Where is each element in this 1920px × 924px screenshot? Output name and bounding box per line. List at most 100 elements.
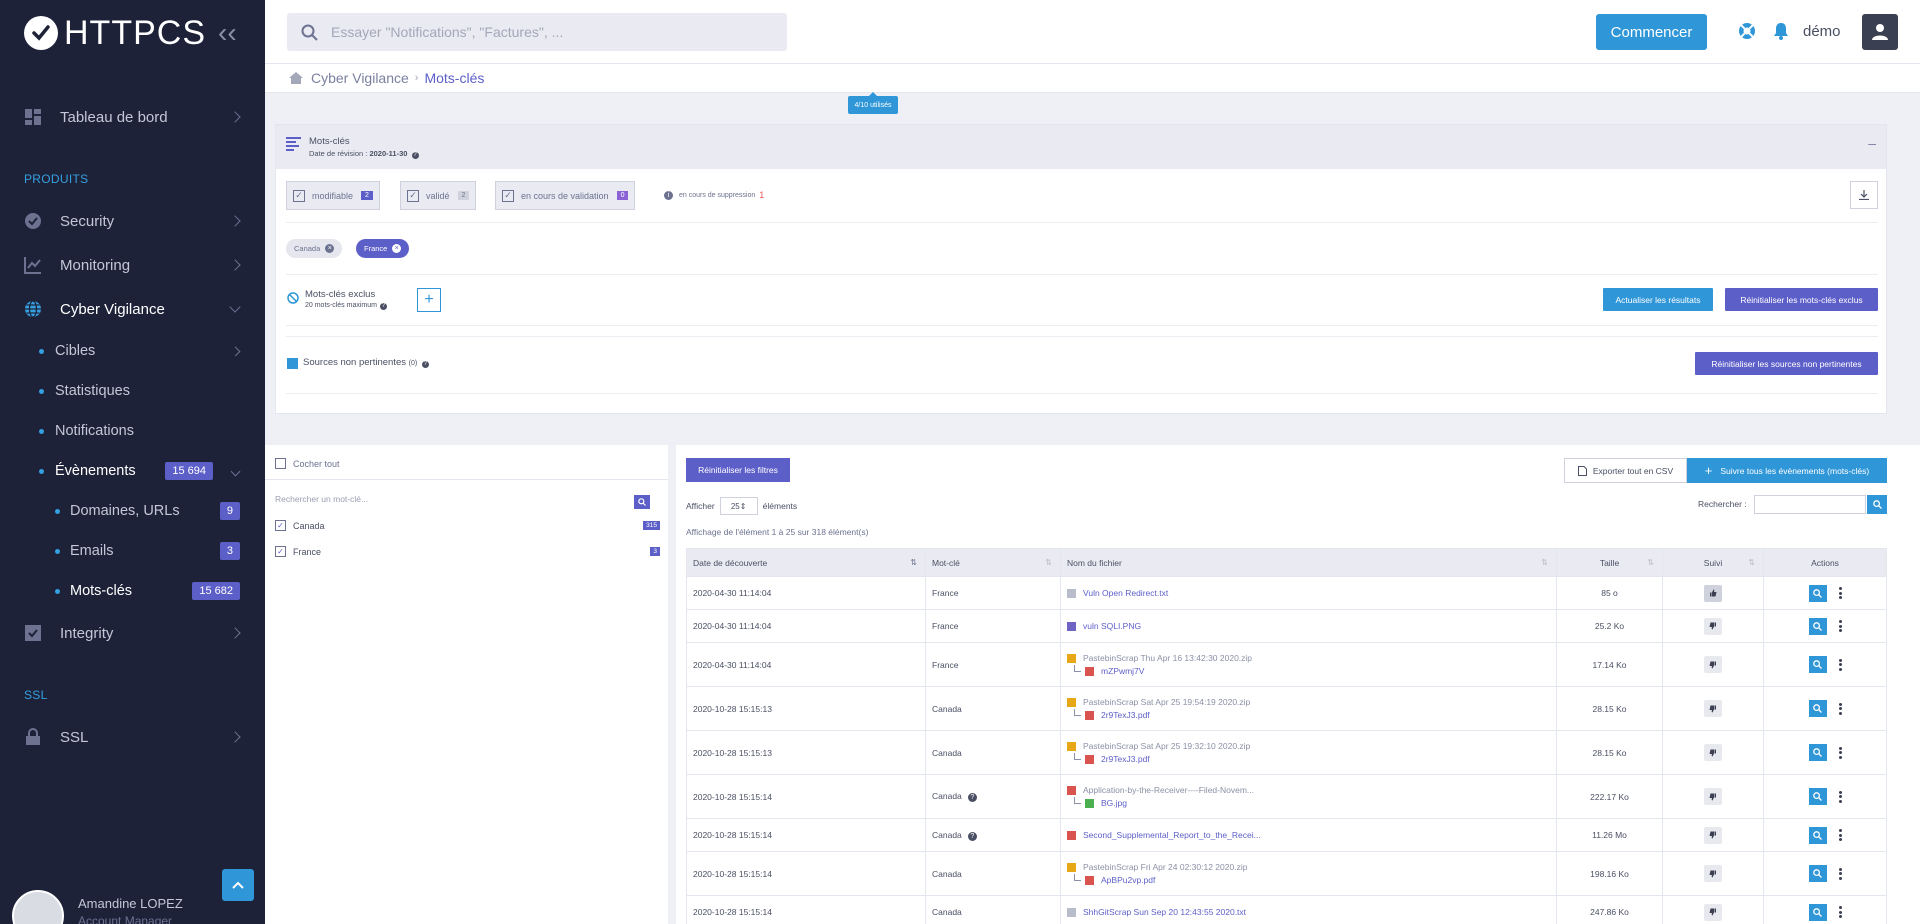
table-search-input[interactable] [1754,495,1866,514]
table-row[interactable]: 2020-10-28 15:15:13 Canada PastebinScrap S… [686,730,1887,775]
file-name[interactable]: PastebinScrap Sat Apr 25 19:32:10 2020.z… [1067,741,1550,751]
more-options-icon[interactable] [1838,701,1842,716]
filter-modifiable[interactable]: ✓ modifiable 2 [286,181,380,210]
sidebar-sub-evenements[interactable]: Évènements 15 694 [0,454,265,488]
thumb-icon[interactable] [1704,865,1722,882]
country-tag-canada[interactable]: Canada × [286,239,343,258]
sidebar-item-security[interactable]: Security [0,202,265,240]
collapse-panel-icon[interactable]: – [1868,135,1876,151]
bell-icon[interactable] [1773,22,1789,40]
archive-file[interactable]: 2r9TexJ3.pdf [1074,754,1550,764]
view-button[interactable] [1808,700,1827,717]
checkbox[interactable]: ✓ [502,189,514,202]
file-name[interactable]: Application-by-the-Receiver----Filed-Nov… [1067,785,1550,795]
follow-all-button[interactable]: + Suivre tous les évènements (mots-clés) [1687,458,1887,483]
thumb-icon[interactable] [1704,788,1722,805]
reset-excluded-button[interactable]: Réinitialiser les mots-clés exclus [1725,288,1878,311]
panel-header[interactable]: Mots-clés Date de révision : 2020-11-30 … [276,125,1886,169]
sidebar-sub-notifications[interactable]: Notifications [0,414,265,448]
sidebar-sub-cibles[interactable]: Cibles [0,334,265,368]
archive-file[interactable]: BG.jpg [1074,798,1550,808]
table-search-button[interactable] [1867,495,1887,514]
thumb-icon[interactable] [1704,744,1722,761]
more-options-icon[interactable] [1838,789,1842,804]
file-name[interactable]: vuln SQLI.PNG [1067,621,1550,631]
home-icon[interactable] [289,72,303,84]
view-button[interactable] [1808,744,1827,761]
thumb-icon[interactable] [1704,656,1722,673]
remove-tag-icon[interactable]: × [392,244,402,253]
help-icon[interactable]: ? [967,831,977,841]
user-card[interactable]: Amandine LOPEZ Account Manager [12,890,252,924]
more-options-icon[interactable] [1838,866,1842,881]
sidebar-item-cyber-vigilance[interactable]: Cyber Vigilance [0,290,265,328]
more-options-icon[interactable] [1838,828,1842,843]
search-input[interactable] [331,13,771,51]
download-button[interactable] [1850,181,1878,209]
view-button[interactable] [1808,903,1827,921]
sidebar-item-ssl[interactable]: SSL [0,718,265,756]
update-results-button[interactable]: Actualiser les résultats [1603,288,1713,311]
thumb-icon[interactable] [1704,700,1722,717]
archive-file[interactable]: 2r9TexJ3.pdf [1074,710,1550,720]
sidebar-item-dashboard[interactable]: Tableau de bord [0,98,265,136]
col-keyword[interactable]: Mot-clé ⇅ [925,548,1061,577]
view-button[interactable] [1808,865,1827,882]
archive-file[interactable]: ApBPu2vp.pdf [1074,875,1550,885]
logo[interactable]: HTTPCS [24,14,206,52]
filter-en-cours[interactable]: ✓ en cours de validation 0 [495,181,636,210]
col-date[interactable]: Date de découverte ⇅ [686,548,926,577]
user-menu-label[interactable]: démo [1803,23,1841,40]
check-all[interactable]: Cocher tout [275,458,340,469]
file-name[interactable]: Vuln Open Redirect.txt [1067,588,1550,598]
checkbox[interactable]: ✓ [293,189,305,202]
lifebuoy-icon[interactable] [1738,22,1756,40]
checkbox[interactable]: ✓ [407,189,419,202]
collapse-sidebar-icon[interactable]: ‹‹ [218,19,237,47]
checkbox[interactable]: ✓ [275,546,286,557]
sidebar-sub-emails[interactable]: Emails 3 [0,534,265,568]
reset-filters-button[interactable]: Réinitialiser les filtres [686,458,790,482]
reset-sources-button[interactable]: Réinitialiser les sources non pertinente… [1695,352,1878,375]
sidebar-sub-domaines[interactable]: Domaines, URLs 9 [0,494,265,528]
keyword-filter-canada[interactable]: ✓ Canada 315 [275,520,660,531]
more-options-icon[interactable] [1838,586,1842,601]
global-search[interactable] [287,13,787,51]
sidebar-item-monitoring[interactable]: Monitoring [0,246,265,284]
sidebar-sub-mots-cles[interactable]: Mots-clés 15 682 [0,574,265,608]
country-tag-france[interactable]: France × [356,239,410,258]
thumb-icon[interactable] [1704,903,1722,921]
thumb-icon[interactable] [1704,584,1722,602]
keyword-filter-france[interactable]: ✓ France 3 [275,546,660,557]
thumb-icon[interactable] [1704,617,1722,635]
add-excluded-keyword-button[interactable]: + [417,288,441,312]
col-follow[interactable]: Suivi ⇅ [1662,548,1764,577]
page-size-select[interactable]: 25 ⇕ [719,497,758,515]
checkbox[interactable] [275,458,286,469]
more-options-icon[interactable] [1838,745,1842,760]
view-button[interactable] [1808,584,1827,602]
table-row[interactable]: 2020-10-28 15:15:14 Canada? Second_Supplem… [686,818,1887,852]
thumb-icon[interactable] [1704,826,1722,844]
keyword-search-input[interactable]: Rechercher un mot-clé... [275,494,368,504]
col-size[interactable]: Taille ⇅ [1556,548,1663,577]
file-name[interactable]: PastebinScrap Thu Apr 16 13:42:30 2020.z… [1067,653,1550,663]
table-row[interactable]: 2020-10-28 15:15:14 Canada? Application-by… [686,774,1887,819]
user-avatar-button[interactable] [1862,14,1898,50]
sidebar-item-integrity[interactable]: Integrity [0,614,265,652]
export-csv-button[interactable]: Exporter tout en CSV [1564,458,1687,483]
checkbox[interactable]: ✓ [275,520,286,531]
more-options-icon[interactable] [1838,905,1842,920]
file-name[interactable]: PastebinScrap Sat Apr 25 19:54:19 2020.z… [1067,697,1550,707]
help-icon[interactable]: ? [967,793,977,802]
remove-tag-icon[interactable]: × [325,244,335,253]
table-row[interactable]: 2020-04-30 11:14:04 France PastebinScrap T… [686,642,1887,687]
view-button[interactable] [1808,788,1827,805]
more-options-icon[interactable] [1838,619,1842,634]
view-button[interactable] [1808,826,1827,844]
archive-file[interactable]: mZPwmj7V [1074,666,1550,676]
table-row[interactable]: 2020-10-28 15:15:14 Canada PastebinScrap F… [686,851,1887,896]
file-name[interactable]: PastebinScrap Fri Apr 24 02:30:12 2020.z… [1067,862,1550,872]
sidebar-sub-statistiques[interactable]: Statistiques [0,374,265,408]
view-button[interactable] [1808,617,1827,635]
